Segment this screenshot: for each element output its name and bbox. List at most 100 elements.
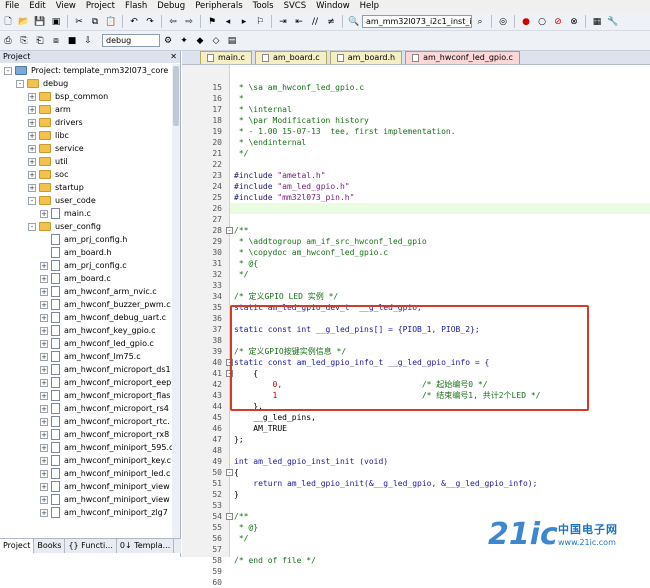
tree-scrollbar[interactable]: [172, 64, 180, 542]
find-icon[interactable]: ⌕: [474, 16, 486, 28]
tree-file[interactable]: + am_hwconf_led_gpio.c: [40, 337, 154, 350]
tree-root[interactable]: - Project: template_mm32l073_core: [4, 64, 168, 77]
tree-group[interactable]: + arm: [28, 103, 71, 116]
nav-forward-icon[interactable]: ⇨: [183, 16, 195, 28]
batch-build-icon[interactable]: ⧈: [50, 35, 62, 47]
tree-file[interactable]: + am_hwconf_microport_rs4: [40, 402, 169, 415]
bottom-tab[interactable]: Books: [34, 539, 66, 553]
tree-file[interactable]: + am_hwconf_miniport_595.c: [40, 441, 172, 454]
tree-group[interactable]: + util: [28, 155, 68, 168]
collapse-icon[interactable]: -: [16, 79, 24, 88]
tree-group[interactable]: + service: [28, 142, 84, 155]
expand-icon[interactable]: +: [40, 378, 48, 387]
tree-file[interactable]: + am_prj_config.c: [40, 259, 127, 272]
tree-group[interactable]: + drivers: [28, 116, 83, 129]
build-target-select[interactable]: debug: [102, 34, 160, 47]
target-options-icon[interactable]: ⚙: [162, 35, 174, 47]
code-line[interactable]: * \internal: [234, 104, 292, 115]
expand-icon[interactable]: +: [40, 365, 48, 374]
expand-icon[interactable]: +: [40, 430, 48, 439]
prev-bookmark-icon[interactable]: ◂: [222, 16, 234, 28]
tree-file[interactable]: + am_hwconf_miniport_key.c: [40, 454, 171, 467]
manage-project-icon[interactable]: ✦: [178, 35, 190, 47]
bottom-tab[interactable]: Project: [0, 539, 35, 553]
expand-icon[interactable]: +: [40, 443, 48, 452]
menu-item-tools[interactable]: Tools: [248, 0, 279, 13]
expand-icon[interactable]: +: [40, 352, 48, 361]
pack-installer-icon[interactable]: ▤: [226, 35, 238, 47]
code-line[interactable]: /**: [234, 225, 248, 236]
code-line[interactable]: {: [234, 467, 239, 478]
expand-icon[interactable]: +: [40, 417, 48, 426]
menu-item-file[interactable]: File: [0, 0, 24, 13]
expand-icon[interactable]: +: [40, 469, 48, 478]
next-bookmark-icon[interactable]: ▸: [238, 16, 250, 28]
tree-target[interactable]: - debug: [16, 77, 68, 90]
save-icon[interactable]: 💾: [34, 16, 46, 28]
rebuild-icon[interactable]: ⎗: [34, 35, 46, 47]
code-line[interactable]: };: [234, 434, 244, 445]
code-line[interactable]: #include "am_led_gpio.h": [234, 181, 350, 192]
uncomment-icon[interactable]: ≠: [325, 16, 337, 28]
collapse-icon[interactable]: -: [4, 66, 12, 75]
code-line[interactable]: */: [234, 148, 249, 159]
stop-build-icon[interactable]: ■: [66, 35, 78, 47]
expand-icon[interactable]: +: [40, 274, 48, 283]
tree-file[interactable]: + am_hwconf_key_gpio.c: [40, 324, 156, 337]
expand-icon[interactable]: +: [28, 170, 36, 179]
tree-file[interactable]: am_prj_config.h: [40, 233, 127, 246]
nav-back-icon[interactable]: ⇦: [167, 16, 179, 28]
tree-file[interactable]: + am_hwconf_miniport_view: [40, 480, 170, 493]
expand-icon[interactable]: +: [40, 391, 48, 400]
menu-item-window[interactable]: Window: [311, 0, 355, 13]
code-line[interactable]: return am_led_gpio_init(&__g_led_gpio, &…: [234, 478, 537, 489]
tree-file[interactable]: + am_hwconf_miniport_view: [40, 493, 170, 506]
copy-icon[interactable]: ⧉: [89, 16, 101, 28]
tree-group[interactable]: - user_code: [28, 194, 96, 207]
comment-icon[interactable]: //: [309, 16, 321, 28]
translate-icon[interactable]: ⎙: [2, 35, 14, 47]
expand-icon[interactable]: +: [28, 118, 36, 127]
menu-item-debug[interactable]: Debug: [152, 0, 190, 13]
expand-icon[interactable]: +: [40, 261, 48, 270]
find-in-files-icon[interactable]: 🔍: [348, 16, 360, 28]
collapse-icon[interactable]: -: [28, 222, 36, 231]
fold-icon[interactable]: -: [226, 227, 233, 234]
expand-icon[interactable]: +: [40, 495, 48, 504]
expand-icon[interactable]: +: [28, 157, 36, 166]
code-line[interactable]: */: [234, 533, 249, 544]
editor-tab[interactable]: am_board.c: [254, 51, 327, 64]
editor-tab[interactable]: am_board.h: [329, 51, 403, 64]
bottom-tab[interactable]: 0↓ Templa...: [117, 539, 175, 553]
indent-icon[interactable]: ⇥: [277, 16, 289, 28]
tree-file[interactable]: + am_hwconf_microport_rx8: [40, 428, 169, 441]
window-layout-icon[interactable]: ▦: [591, 16, 603, 28]
expand-icon[interactable]: +: [40, 456, 48, 465]
menu-item-view[interactable]: View: [51, 0, 81, 13]
tree-file[interactable]: + am_hwconf_microport_ds1: [40, 363, 171, 376]
code-line[interactable]: * - 1.00 15-07-13 tee, first implementat…: [234, 126, 456, 137]
expand-icon[interactable]: +: [28, 144, 36, 153]
menu-item-project[interactable]: Project: [81, 0, 120, 13]
code-line[interactable]: * @}: [234, 522, 258, 533]
tree-group[interactable]: + soc: [28, 168, 68, 181]
menu-item-help[interactable]: Help: [355, 0, 384, 13]
code-line[interactable]: }: [234, 489, 239, 500]
paste-icon[interactable]: 📋: [105, 16, 117, 28]
expand-icon[interactable]: +: [40, 326, 48, 335]
tree-file[interactable]: + am_hwconf_arm_nvic.c: [40, 285, 157, 298]
expand-icon[interactable]: +: [40, 508, 48, 517]
cut-icon[interactable]: ✂: [73, 16, 85, 28]
unindent-icon[interactable]: ⇤: [293, 16, 305, 28]
code-line[interactable]: #include "mm32l073_pin.h": [234, 192, 354, 203]
code-editor[interactable]: main.c am_board.c am_board.h am_hwconf_led_…: [182, 51, 650, 587]
code-line[interactable]: * \copydoc am_hwconf_led_gpio.c: [234, 247, 388, 258]
collapse-icon[interactable]: -: [28, 196, 36, 205]
expand-icon[interactable]: +: [40, 404, 48, 413]
disable-breakpoint-icon[interactable]: ○: [536, 16, 548, 28]
code-line[interactable]: * \endinternal: [234, 137, 306, 148]
menu-item-flash[interactable]: Flash: [120, 0, 152, 13]
tree-file[interactable]: + am_board.c: [40, 272, 111, 285]
fold-icon[interactable]: -: [226, 469, 233, 476]
download-icon[interactable]: ⇩: [82, 35, 94, 47]
